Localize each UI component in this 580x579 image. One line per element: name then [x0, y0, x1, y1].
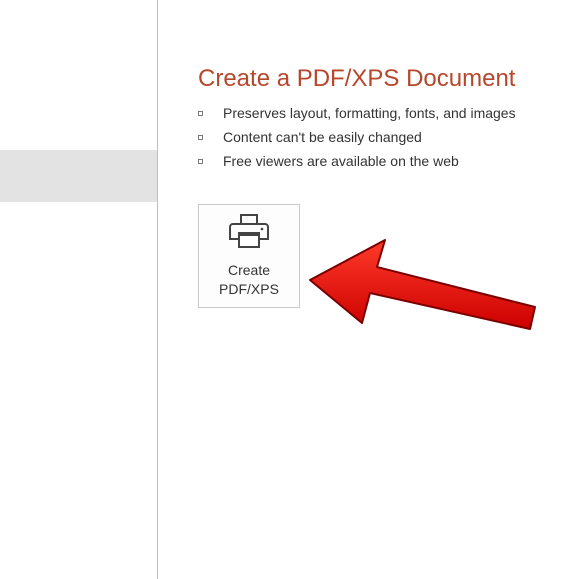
feature-text: Content can't be easily changed — [223, 129, 422, 145]
feature-item: Content can't be easily changed — [198, 129, 580, 145]
feature-item: Free viewers are available on the web — [198, 153, 580, 169]
feature-text: Free viewers are available on the web — [223, 153, 459, 169]
button-label-line1: Create — [219, 261, 279, 279]
printer-icon — [229, 214, 269, 253]
main-content: Create a PDF/XPS Document Preserves layo… — [198, 65, 580, 308]
button-label-line2: PDF/XPS — [219, 280, 279, 298]
export-options-sidebar: ument GIF for CD — [0, 0, 158, 579]
bullet-icon — [198, 159, 203, 164]
sidebar-item-pdf-xps[interactable]: ument — [0, 150, 157, 202]
feature-text: Preserves layout, formatting, fonts, and… — [223, 105, 516, 121]
create-pdf-xps-button[interactable]: Create PDF/XPS — [198, 204, 300, 308]
feature-list: Preserves layout, formatting, fonts, and… — [198, 105, 580, 169]
page-title: Create a PDF/XPS Document — [198, 65, 580, 93]
sidebar-item-package-cd[interactable]: for CD — [0, 374, 157, 426]
bullet-icon — [198, 111, 203, 116]
feature-item: Preserves layout, formatting, fonts, and… — [198, 105, 580, 121]
sidebar-item-gif[interactable]: GIF — [0, 300, 157, 352]
bullet-icon — [198, 135, 203, 140]
